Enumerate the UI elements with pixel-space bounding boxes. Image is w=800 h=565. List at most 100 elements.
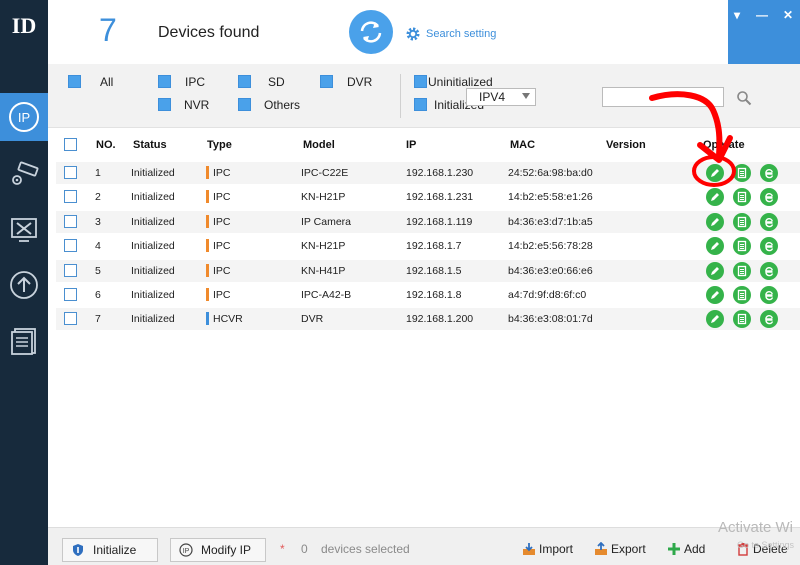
selected-label: devices selected xyxy=(321,542,410,556)
web-button[interactable] xyxy=(760,164,778,182)
type-color-marker xyxy=(206,288,209,301)
cell-mac: 14:b2:e5:56:78:28 xyxy=(508,240,593,253)
edit-button[interactable] xyxy=(706,310,724,329)
search-input[interactable] xyxy=(602,87,724,107)
cell-ip: 192.168.1.230 xyxy=(406,167,474,179)
minimize-button[interactable]: — xyxy=(756,8,768,22)
filter-others-checkbox[interactable] xyxy=(238,98,251,111)
edit-icon xyxy=(711,242,719,251)
web-button[interactable] xyxy=(760,212,778,231)
sidebar-item-modify-ip[interactable]: IP xyxy=(0,93,48,141)
web-icon xyxy=(765,266,774,276)
row-checkbox[interactable] xyxy=(64,263,77,277)
sidebar-item-system-settings[interactable] xyxy=(0,206,48,254)
sidebar: ID IP xyxy=(0,0,48,565)
web-icon xyxy=(765,217,774,228)
cell-mac: a4:7d:9f:d8:6f:c0 xyxy=(508,289,587,301)
cell-no: 1 xyxy=(95,167,101,179)
row-checkbox[interactable] xyxy=(64,190,77,204)
sidebar-item-documents[interactable] xyxy=(0,316,48,364)
add-button[interactable]: Add xyxy=(667,542,705,556)
row-checkbox[interactable] xyxy=(64,214,77,228)
web-button[interactable] xyxy=(760,286,778,304)
modify-ip-button[interactable]: IP Modify IP xyxy=(170,538,266,562)
edit-button[interactable] xyxy=(706,286,724,304)
table-row[interactable]: 7 Initialized HCVR DVR 192.168.1.200 b4:36:e3… xyxy=(56,308,800,331)
row-checkbox[interactable] xyxy=(64,239,77,253)
initialize-button[interactable]: Initialize xyxy=(62,538,158,562)
edit-button[interactable] xyxy=(706,164,724,182)
column-header-version[interactable]: Version xyxy=(606,139,646,151)
column-header-type[interactable]: Type xyxy=(207,139,232,151)
table-row[interactable]: 4 Initialized IPC KN-H21P 192.168.1.7 14:b2:e… xyxy=(56,235,800,257)
edit-button[interactable] xyxy=(706,237,724,256)
sidebar-item-upgrade[interactable] xyxy=(0,261,48,309)
refresh-button[interactable] xyxy=(349,10,393,54)
column-header-no[interactable]: NO. xyxy=(96,139,116,151)
details-button[interactable] xyxy=(733,212,751,231)
details-button[interactable] xyxy=(733,188,751,207)
cell-status: Initialized xyxy=(131,289,175,301)
cell-status: Initialized xyxy=(131,167,175,179)
required-asterisk: * xyxy=(280,542,285,556)
edit-icon xyxy=(711,266,719,275)
edit-button[interactable] xyxy=(706,212,724,231)
import-button[interactable]: Import xyxy=(522,542,573,556)
web-button[interactable] xyxy=(760,237,778,256)
search-setting-link[interactable]: Search setting xyxy=(405,26,496,42)
cell-type: IPC xyxy=(213,240,231,253)
header: 7 Devices found Search setting xyxy=(48,0,728,64)
select-all-checkbox[interactable] xyxy=(64,138,77,151)
filter-ipc-checkbox[interactable] xyxy=(158,75,171,88)
initialize-label: Initialize xyxy=(93,543,137,557)
row-checkbox[interactable] xyxy=(64,288,77,301)
ip-icon: IP xyxy=(9,102,39,132)
edit-button[interactable] xyxy=(706,188,724,207)
table-row[interactable]: 5 Initialized IPC KN-H41P 192.168.1.5 b4:36:e… xyxy=(56,259,800,282)
web-button[interactable] xyxy=(760,261,778,280)
close-button[interactable]: ✕ xyxy=(783,8,793,22)
filter-dvr-label: DVR xyxy=(347,75,373,89)
filter-initialized-checkbox[interactable] xyxy=(414,98,427,111)
details-button[interactable] xyxy=(733,286,751,304)
sidebar-item-device-config[interactable] xyxy=(0,150,48,198)
menu-button[interactable]: ▾ xyxy=(734,8,740,22)
filter-dvr-checkbox[interactable] xyxy=(320,75,333,88)
filter-nvr-checkbox[interactable] xyxy=(158,98,171,111)
cell-no: 7 xyxy=(95,313,101,326)
filter-sd-checkbox[interactable] xyxy=(238,75,251,88)
details-button[interactable] xyxy=(733,310,751,329)
filter-all-checkbox[interactable] xyxy=(68,75,81,88)
device-count: 7 xyxy=(99,12,117,48)
web-button[interactable] xyxy=(760,188,778,207)
web-button[interactable] xyxy=(760,310,778,329)
row-checkbox[interactable] xyxy=(64,166,77,179)
cell-type: IPC xyxy=(213,215,231,228)
web-icon xyxy=(765,291,774,301)
cell-model: IPC-C22E xyxy=(301,167,349,179)
cell-no: 2 xyxy=(95,191,101,204)
filter-uninitialized-checkbox[interactable] xyxy=(414,75,427,88)
row-checkbox[interactable] xyxy=(64,312,77,326)
app-logo: ID xyxy=(0,0,48,52)
table-row[interactable]: 1 Initialized IPC IPC-C22E 192.168.1.230 24:5… xyxy=(56,162,800,184)
details-button[interactable] xyxy=(733,164,751,182)
table-row[interactable]: 3 Initialized IPC IP Camera 192.168.1.119 b4:… xyxy=(56,210,800,233)
gear-icon xyxy=(406,27,420,41)
window-controls: ▾ — ✕ xyxy=(728,0,800,64)
column-header-mac[interactable]: MAC xyxy=(510,139,535,151)
export-button[interactable]: Export xyxy=(594,542,646,556)
table-row[interactable]: 2 Initialized IPC KN-H21P 192.168.1.231 14:b2… xyxy=(56,186,800,208)
export-label: Export xyxy=(611,542,646,556)
edit-button[interactable] xyxy=(706,261,724,280)
column-header-ip[interactable]: IP xyxy=(406,139,416,151)
ip-version-select[interactable]: IPV4 xyxy=(466,88,536,106)
cell-mac: b4:36:e3:d7:1b:a5 xyxy=(508,215,593,228)
table-row[interactable]: 6 Initialized IPC IPC-A42-B 192.168.1.8 a4:7d… xyxy=(56,284,800,306)
edit-icon xyxy=(711,169,719,177)
search-icon[interactable] xyxy=(736,90,752,106)
column-header-status[interactable]: Status xyxy=(133,139,167,151)
details-button[interactable] xyxy=(733,261,751,280)
details-button[interactable] xyxy=(733,237,751,256)
column-header-model[interactable]: Model xyxy=(303,139,335,151)
